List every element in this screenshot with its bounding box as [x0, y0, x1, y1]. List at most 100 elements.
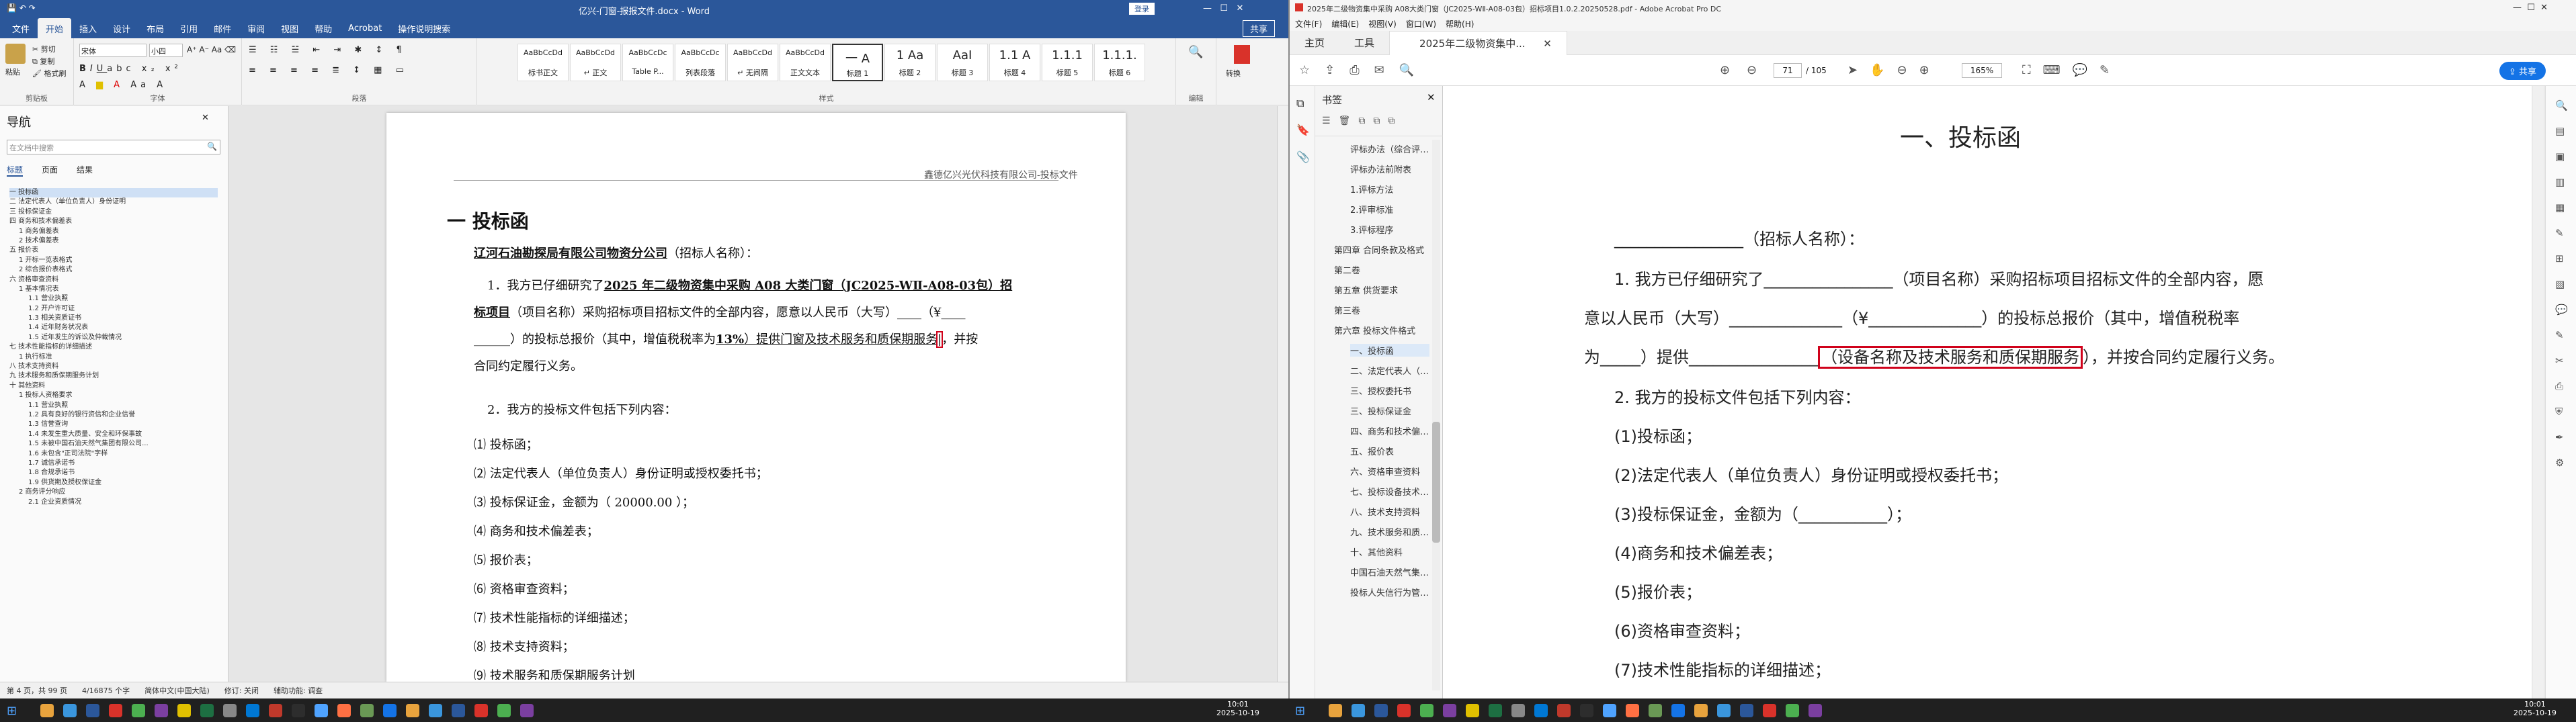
taskbar-app-icon[interactable]: [1397, 704, 1411, 717]
taskbar-app-icon[interactable]: [109, 704, 122, 717]
bookmark-item[interactable]: 第四章 合同条款及格式: [1334, 243, 1429, 256]
nav-heading-item[interactable]: 四 商务和技术偏差表: [9, 217, 218, 226]
nav-heading-item[interactable]: 八 技术支持资料: [9, 362, 218, 371]
page-count[interactable]: 第 4 页，共 99 页: [7, 685, 67, 696]
nav-heading-item[interactable]: 1.3 信誉查询: [9, 420, 218, 429]
taskbar-app-icon[interactable]: [1786, 704, 1799, 717]
font-size-select[interactable]: 小四: [149, 44, 183, 57]
scroll-thumb[interactable]: [1432, 422, 1440, 543]
nav-heading-item[interactable]: 1 开标一览表格式: [9, 256, 218, 265]
copy-button[interactable]: ⧉ 复制: [32, 56, 54, 66]
tab-references[interactable]: 引用: [172, 18, 206, 39]
list-buttons[interactable]: ☰ ☷ ☱ ⇤ ⇥ ✱ ↕ ¶: [249, 45, 407, 55]
taskbar-app-icon[interactable]: [1671, 704, 1685, 717]
style-item[interactable]: 一 A 标题 1: [832, 44, 883, 81]
taskbar-app-icon[interactable]: [200, 704, 214, 717]
bookmark-item[interactable]: 第三卷: [1334, 304, 1429, 316]
nav-heading-item[interactable]: 2 商务评分响应: [9, 488, 218, 497]
taskbar-app-icon[interactable]: [315, 704, 328, 717]
taskbar-app-icon[interactable]: [1626, 704, 1639, 717]
tab-design[interactable]: 设计: [105, 18, 138, 39]
bookmark-item[interactable]: 二、法定代表人（单位负责人）身份证明: [1350, 364, 1429, 377]
taskbar-app-icon[interactable]: [337, 704, 351, 717]
find-icon[interactable]: 🔍: [1188, 45, 1203, 59]
style-item[interactable]: AaBbCcDc Table P...: [622, 44, 673, 81]
taskbar-app-icon[interactable]: [1763, 704, 1776, 717]
taskbar-app-icon[interactable]: [292, 704, 305, 717]
file-tools-icons[interactable]: ☆⇪⎙✉🔍: [1299, 63, 1429, 77]
bookmark-scrollbar[interactable]: [1432, 140, 1440, 690]
track-changes[interactable]: 修订: 关闭: [224, 685, 259, 696]
nav-heading-item[interactable]: 七 技术性能指标的详细描述: [9, 343, 218, 352]
style-item[interactable]: AaBbCcDd ↵ 正文: [570, 44, 621, 81]
style-item[interactable]: 1.1.1 标题 5: [1042, 44, 1093, 81]
tab-file[interactable]: 文件: [4, 18, 38, 39]
tools-icons[interactable]: 🔍 ▤ ▣ ▥ ▦ ✎ ⊞ ▧ 💬 ✎ ✂ ⎙ ⛨ ✒ ⚙: [2555, 93, 2569, 476]
taskbar-app-icon[interactable]: [1466, 704, 1479, 717]
tab-insert[interactable]: 插入: [71, 18, 105, 39]
tab-home[interactable]: 开始: [38, 17, 72, 39]
nav-heading-item[interactable]: 九 技术服务和质保期服务计划: [9, 371, 218, 381]
vertical-scrollbar[interactable]: [1277, 106, 1288, 682]
taskbar-app-icon[interactable]: [520, 704, 534, 717]
taskbar-app-icon[interactable]: [1603, 704, 1616, 717]
style-item[interactable]: AaBbCcDd 标书正文: [517, 44, 569, 81]
bookmark-item[interactable]: 三、投标保证金: [1350, 404, 1429, 417]
window-controls-icon[interactable]: — ☐ ✕: [2513, 3, 2548, 13]
nav-heading-item[interactable]: 1.8 合规承诺书: [9, 468, 218, 478]
tab-acrobat[interactable]: Acrobat: [340, 19, 390, 38]
document-page[interactable]: 鑫德亿兴光伏科技有限公司-投标文件 一 投标函 辽河石油勘探局有限公司物资分公司…: [386, 113, 1126, 682]
taskbar-app-icon[interactable]: [1649, 704, 1662, 717]
taskbar-app-icon[interactable]: [1580, 704, 1593, 717]
menu-file[interactable]: 文件(F): [1295, 18, 1322, 30]
style-item[interactable]: 1.1.1. 标题 6: [1094, 44, 1145, 81]
taskbar-app-icon[interactable]: [497, 704, 511, 717]
next-page-icon[interactable]: ⊖: [1747, 63, 1757, 77]
bookmark-item[interactable]: 第二卷: [1334, 263, 1429, 276]
nav-heading-item[interactable]: 1 商务偏差表: [9, 227, 218, 236]
zoom-select[interactable]: 165%: [1962, 63, 2002, 78]
taskbar-app-icon[interactable]: [1740, 704, 1753, 717]
nav-heading-item[interactable]: 2.1 企业资质情况: [9, 498, 218, 507]
nav-heading-item[interactable]: 1 执行标准: [9, 353, 218, 362]
taskbar-app-icon[interactable]: [452, 704, 465, 717]
tab-review[interactable]: 审阅: [239, 18, 273, 39]
taskbar-app-icon[interactable]: [246, 704, 259, 717]
clock-right[interactable]: 10:01 2025-10-19: [2513, 700, 2557, 717]
style-item[interactable]: AaBbCcDd 正文文本: [780, 44, 831, 81]
pdf-scrollbar[interactable]: [2533, 86, 2544, 698]
clock-left[interactable]: 10:01 2025-10-19: [1216, 700, 1259, 717]
language[interactable]: 简体中文(中国大陆): [144, 685, 210, 696]
nav-heading-item[interactable]: 1 基本情况表: [9, 285, 218, 294]
bookmark-item[interactable]: 1.评标方法: [1350, 183, 1429, 195]
nav-heading-item[interactable]: 1.5 未被中国石油天然气集团有限公司...: [9, 439, 218, 449]
bookmark-item[interactable]: 四、商务和技术偏差表: [1350, 424, 1429, 437]
font-name-select[interactable]: 宋体: [79, 44, 147, 57]
nav-heading-item[interactable]: 1.2 开户许可证: [9, 304, 218, 314]
menu-edit[interactable]: 编辑(E): [1331, 18, 1359, 30]
window-controls-icon[interactable]: — ☐ ✕: [1203, 3, 1243, 13]
taskbar-app-icon[interactable]: [1557, 704, 1571, 717]
bookmark-item[interactable]: 五、报价表: [1350, 445, 1429, 457]
start-icon[interactable]: ⊞: [1295, 704, 1305, 718]
style-item[interactable]: AaBbCcDd ↵ 无间隔: [727, 44, 778, 81]
taskbar-app-icon[interactable]: [1489, 704, 1502, 717]
taskbar-app-icon[interactable]: [1694, 704, 1708, 717]
attachment-icon[interactable]: 📎: [1296, 150, 1310, 163]
bookmark-item[interactable]: 第六章 投标文件格式: [1334, 324, 1429, 336]
bookmark-item[interactable]: 十、其他资料: [1350, 545, 1429, 558]
bookmark-item[interactable]: 评标办法（综合评估法）: [1350, 142, 1429, 155]
close-icon[interactable]: ✕: [202, 113, 209, 123]
login-button[interactable]: 登录: [1129, 3, 1155, 15]
accessibility[interactable]: 辅助功能: 调查: [274, 685, 323, 696]
bookmark-item[interactable]: 一、投标函: [1350, 344, 1429, 357]
navigation-tools-icons[interactable]: ➤✋⊖⊕: [1847, 63, 1942, 77]
menu-help[interactable]: 帮助(H): [1446, 18, 1474, 30]
taskbar-app-icon[interactable]: [155, 704, 168, 717]
taskbar-app-icon[interactable]: [269, 704, 282, 717]
taskbar-app-icon[interactable]: [63, 704, 77, 717]
style-item[interactable]: 1 Aa 标题 2: [884, 44, 936, 81]
nav-heading-item[interactable]: 1.1 营业执照: [9, 401, 218, 410]
align-buttons[interactable]: ≡ ≡ ≡ ≡ ≣ ↕ ▦ ▭: [249, 65, 409, 75]
nav-heading-item[interactable]: 2 技术偏差表: [9, 236, 218, 246]
